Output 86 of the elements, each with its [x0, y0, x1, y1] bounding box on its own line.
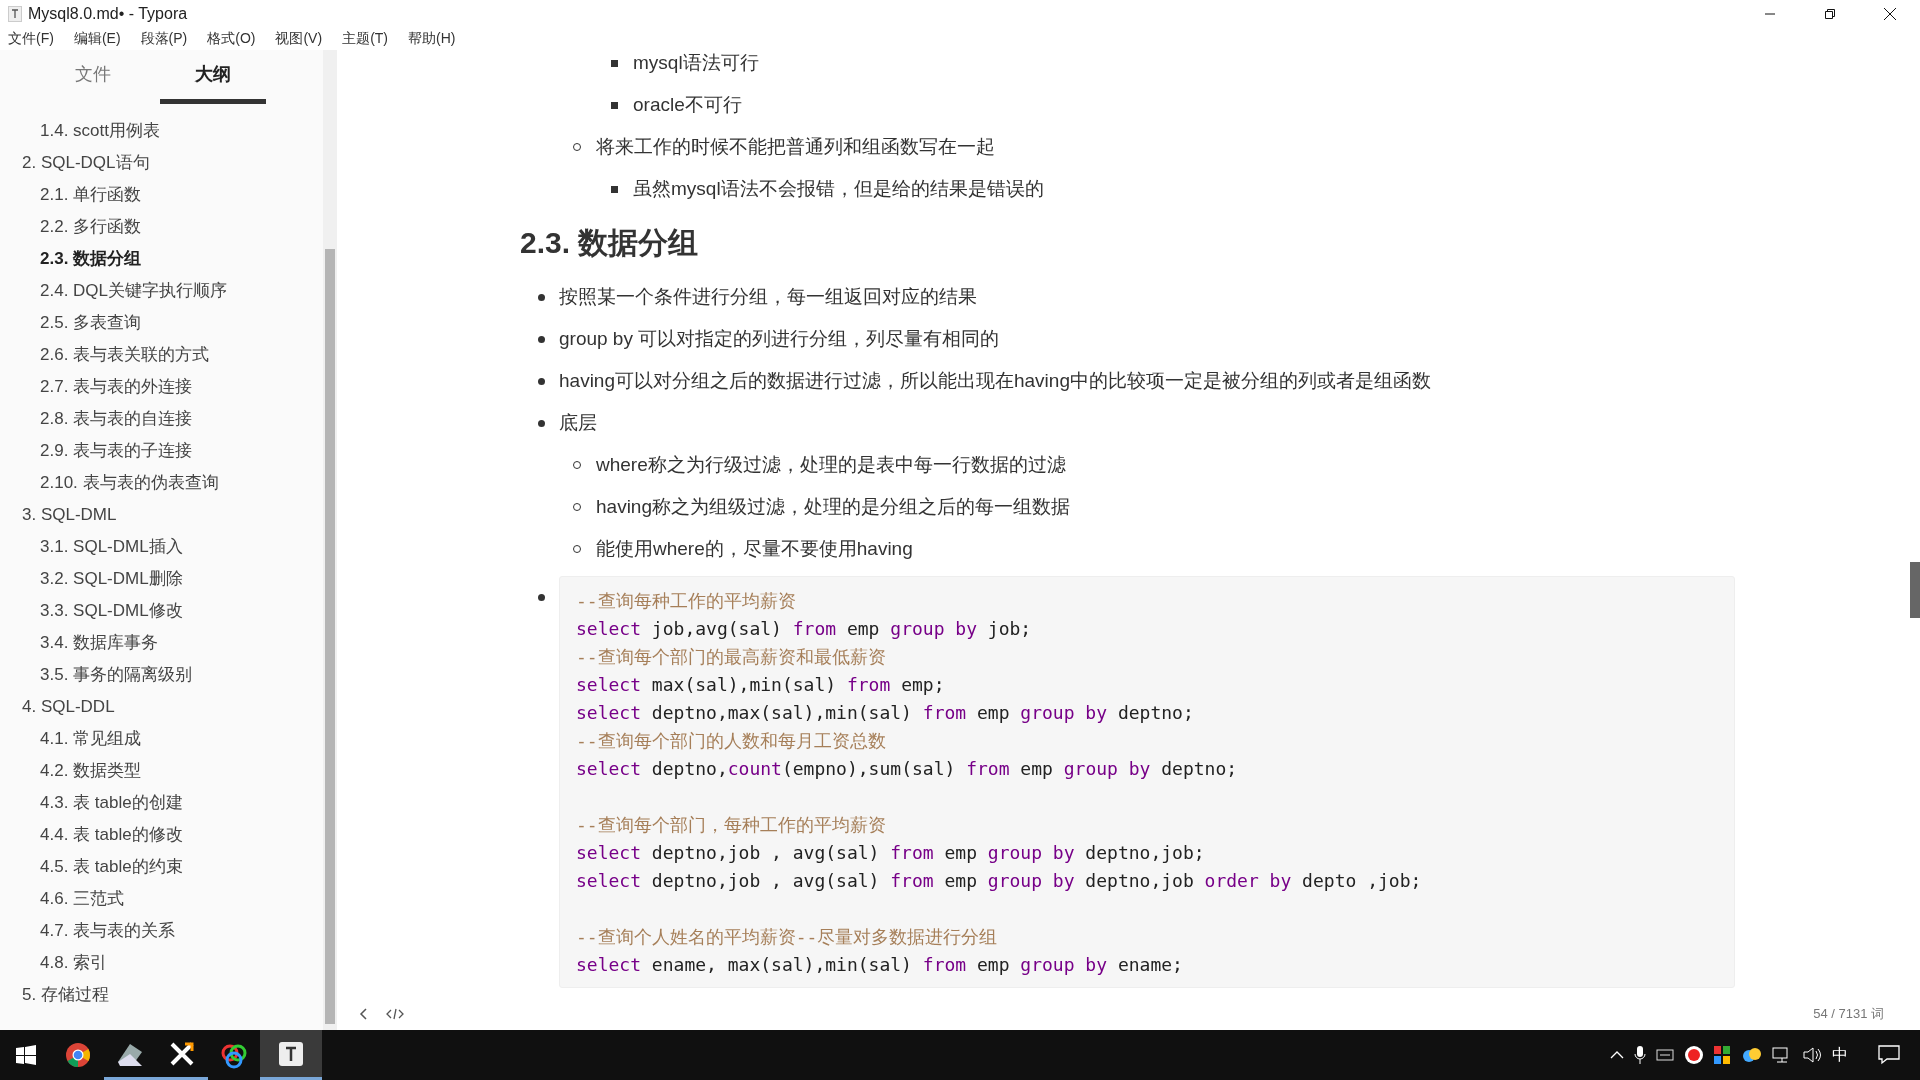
outline-item[interactable]: 2.8. 表与表的自连接 [40, 403, 193, 435]
menu-item[interactable]: 编辑(E) [73, 30, 129, 48]
code-line: --查询每个部门，每种工作的平均薪资 [576, 813, 887, 837]
input-method-indicator[interactable]: 中 [1832, 1044, 1848, 1066]
volume-icon[interactable] [1802, 1046, 1822, 1064]
outline-item[interactable]: 5. 存储过程 [22, 979, 109, 1011]
code-line: select max(sal),min(sal) from emp; [576, 673, 946, 697]
outline-item[interactable]: 2.10. 表与表的伪表查询 [40, 467, 219, 499]
menu-item[interactable]: 格式(O) [207, 30, 264, 48]
typora-icon[interactable] [260, 1030, 322, 1080]
code-line: --查询每种工作的平均薪资 [576, 589, 797, 613]
outline-item[interactable]: 2.7. 表与表的外连接 [40, 371, 193, 403]
sidebar-tab[interactable]: 大纲 [160, 50, 266, 104]
list-text: 虽然mysql语法不会报错，但是给的结果是错误的 [633, 177, 1044, 201]
menu-item[interactable]: 主题(T) [342, 30, 396, 48]
microphone-icon[interactable] [1634, 1045, 1646, 1065]
restore-icon[interactable] [1824, 8, 1836, 20]
list-text: 按照某一个条件进行分组，每一组返回对应的结果 [559, 285, 977, 309]
outline-item[interactable]: 4.2. 数据类型 [40, 755, 142, 787]
outline-item[interactable]: 3. SQL-DML [22, 499, 117, 531]
window-title: Mysql8.0.md• - Typora [28, 5, 189, 23]
outline-item[interactable]: 2.6. 表与表关联的方式 [40, 339, 210, 371]
bullet-icon [538, 594, 545, 601]
list-text: 将来工作的时候不能把普通列和组函数写在一起 [596, 135, 995, 159]
list-text: group by 可以对指定的列进行分组，列尽量有相同的 [559, 327, 1000, 351]
bullet-icon [611, 186, 618, 193]
code-line: select deptno,job , avg(sal) from emp group by deptno,job; [576, 841, 1206, 865]
code-line: select deptno,max(sal),min(sal) from emp group by deptno; [576, 701, 1195, 725]
outline-item[interactable]: 3.1. SQL-DML插入 [40, 531, 183, 563]
menu-item[interactable]: 文件(F) [8, 30, 62, 48]
outline-item[interactable]: 2.5. 多表查询 [40, 307, 142, 339]
code-line: select deptno,count(empno),sum(sal) from emp group by deptno; [576, 757, 1239, 781]
outline-item[interactable]: 4.5. 表 table的约束 [40, 851, 183, 883]
chevron-up-icon[interactable] [1610, 1050, 1624, 1060]
app-icon[interactable] [1714, 1046, 1730, 1064]
outline-item[interactable]: 4. SQL-DDL [22, 691, 115, 723]
app-icon [8, 6, 22, 22]
code-line: --查询每个部门的最高薪资和最低薪资 [576, 645, 887, 669]
outline-item[interactable]: 4.1. 常见组成 [40, 723, 142, 755]
code-line: select ename, max(sal),min(sal) from emp group by ename; [576, 953, 1184, 977]
bullet-icon [538, 294, 545, 301]
outline-item[interactable]: 4.8. 索引 [40, 947, 108, 979]
notification-icon[interactable] [1878, 1045, 1900, 1065]
bullet-icon [538, 420, 545, 427]
code-line: --查询个人姓名的平均薪资--尽量对多数据进行分组 [576, 925, 999, 949]
keyboard-icon[interactable] [1656, 1048, 1674, 1062]
list-text: where称之为行级过滤，处理的是表中每一行数据的过滤 [596, 453, 1066, 477]
bullet-icon [611, 102, 618, 109]
list-text: mysql语法可行 [633, 51, 759, 75]
outline-item[interactable]: 3.5. 事务的隔离级别 [40, 659, 193, 691]
list-text: 底层 [559, 411, 597, 435]
menu-item[interactable]: 帮助(H) [408, 30, 464, 48]
list-text: oracle不可行 [633, 93, 742, 117]
list-text: having称之为组级过滤，处理的是分组之后的每一组数据 [596, 495, 1070, 519]
list-text: 能使用where的，尽量不要使用having [596, 537, 913, 561]
section-heading: 2.3. 数据分组 [520, 225, 700, 261]
scrollbar-thumb[interactable] [325, 249, 335, 1024]
record-icon[interactable] [1684, 1045, 1704, 1065]
outline-item[interactable]: 2.1. 单行函数 [40, 179, 142, 211]
outline-item[interactable]: 4.3. 表 table的创建 [40, 787, 183, 819]
scrollbar-thumb[interactable] [1910, 562, 1920, 618]
outline-item[interactable]: 2.4. DQL关键字执行顺序 [40, 275, 228, 307]
outline-item[interactable]: 2.2. 多行函数 [40, 211, 142, 243]
code-line: --查询每个部门的人数和每月工资总数 [576, 729, 887, 753]
outline-item[interactable]: 4.7. 表与表的关系 [40, 915, 176, 947]
cloud-icon[interactable] [1740, 1046, 1762, 1064]
outline-item[interactable]: 1.4. scott用例表 [40, 115, 160, 147]
word-count: 54 / 7131 词 [1813, 1005, 1884, 1023]
menu-item[interactable]: 段落(P) [140, 30, 196, 48]
list-text: having可以对分组之后的数据进行过滤，所以能出现在having中的比较项一定是被分组的列或者是组函数 [559, 369, 1431, 393]
bullet-icon [611, 60, 618, 67]
outline-item[interactable]: 3.3. SQL-DML修改 [40, 595, 183, 627]
outline-item[interactable]: 3.4. 数据库事务 [40, 627, 159, 659]
outline-item[interactable]: 2.3. 数据分组 [40, 243, 142, 275]
outline-item[interactable]: 3.2. SQL-DML删除 [40, 563, 183, 595]
menu-item[interactable]: 视图(V) [275, 30, 331, 48]
close-icon[interactable] [1883, 7, 1897, 21]
sidebar-tab[interactable]: 文件 [40, 50, 146, 104]
bullet-icon [538, 336, 545, 343]
outline-item[interactable]: 4.4. 表 table的修改 [40, 819, 183, 851]
outline-item[interactable]: 4.6. 三范式 [40, 883, 125, 915]
code-line: select job,avg(sal) from emp group by job; [576, 617, 1033, 641]
outline-item[interactable]: 2. SQL-DQL语句 [22, 147, 150, 179]
outline-item[interactable]: 2.9. 表与表的子连接 [40, 435, 193, 467]
code-line: select deptno,job , avg(sal) from emp group by deptno,job order by depto ,job; [576, 869, 1423, 893]
bullet-icon [538, 378, 545, 385]
